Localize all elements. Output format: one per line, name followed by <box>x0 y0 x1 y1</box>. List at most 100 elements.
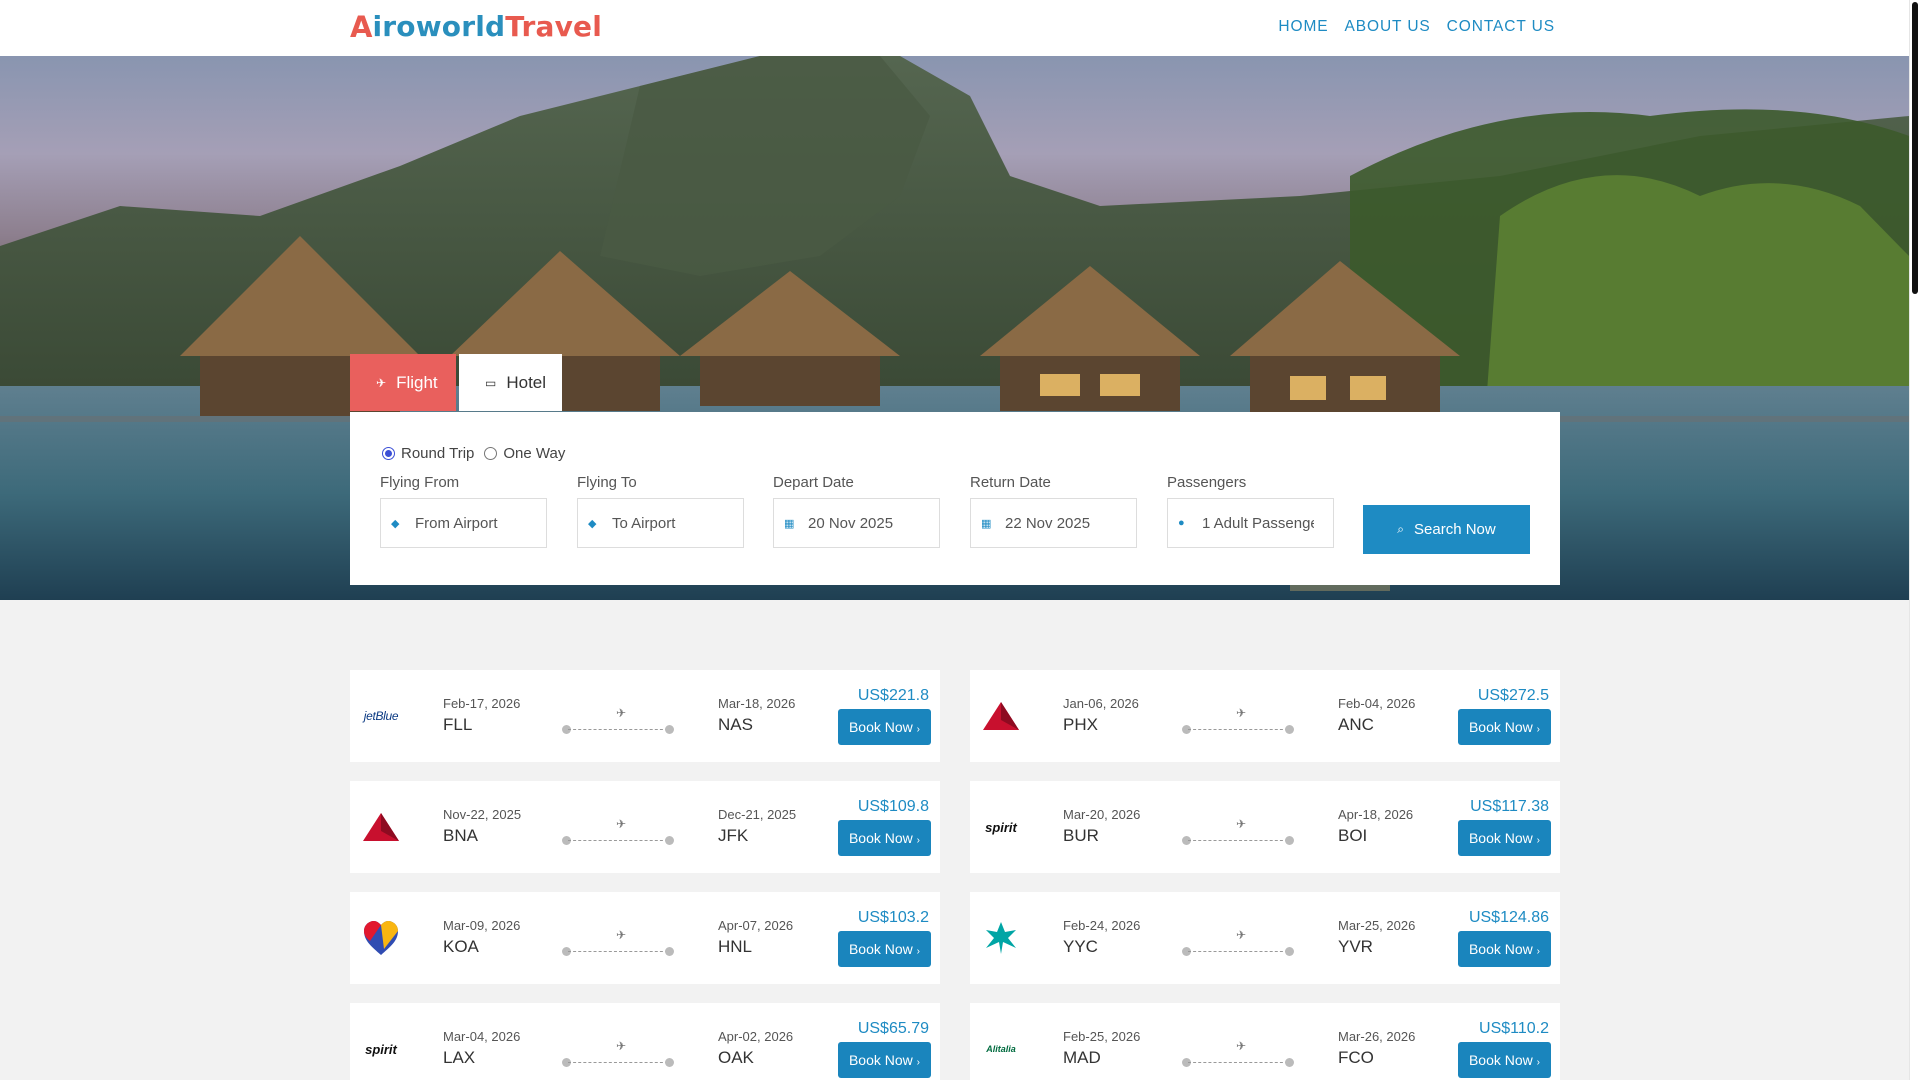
depart-date: Mar-04, 2026 <box>443 1029 521 1044</box>
plane-icon: ✈ <box>1236 706 1247 720</box>
hero-banner: ✈ Flight ▭ Hotel Round Trip One Way Flyi… <box>0 56 1909 600</box>
passengers-input[interactable] <box>1202 514 1314 532</box>
book-now-button[interactable]: Book Now › <box>838 709 931 745</box>
deal-price: US$272.5 <box>1477 687 1549 704</box>
calendar-icon: ▦ <box>784 517 795 530</box>
search-icon: ⌕ <box>1397 522 1405 536</box>
route-dashed-line <box>568 1062 668 1063</box>
book-now-label: Book Now <box>848 1052 913 1068</box>
site-logo[interactable]: Airoworld Travel <box>350 10 602 44</box>
one-way-radio[interactable] <box>484 447 498 460</box>
plane-icon: ✈ <box>616 1039 627 1053</box>
deal-price: US$103.2 <box>857 909 929 926</box>
route-line <box>1182 1058 1294 1068</box>
airline-logo: spirit <box>360 1029 402 1069</box>
depart-date: Feb-17, 2026 <box>443 696 521 711</box>
from-airport-input[interactable] <box>415 514 527 532</box>
nav-about-link[interactable]: ABOUT US <box>1345 18 1431 36</box>
round-trip-label[interactable]: Round Trip <box>401 445 474 462</box>
route-dashed-line <box>568 951 668 952</box>
route-end-dot <box>665 947 674 956</box>
tab-flight[interactable]: ✈ Flight <box>350 354 456 411</box>
book-now-button[interactable]: Book Now › <box>1458 931 1551 967</box>
origin-code: BNA <box>443 826 478 845</box>
book-now-button[interactable]: Book Now › <box>838 931 931 967</box>
route-end-dot <box>1285 947 1294 956</box>
origin-code: KOA <box>443 937 479 956</box>
tab-flight-label: Flight <box>396 372 438 392</box>
book-now-label: Book Now <box>848 719 913 735</box>
book-now-button[interactable]: Book Now › <box>838 820 931 856</box>
flying-from-box[interactable]: ◆ <box>380 498 547 548</box>
arrow-right-icon: › <box>916 835 921 846</box>
route-end-dot <box>665 836 674 845</box>
book-now-button[interactable]: Book Now › <box>838 1042 931 1078</box>
bed-icon: ▭ <box>485 375 497 390</box>
southwest-logo <box>364 921 398 955</box>
search-now-button[interactable]: ⌕ Search Now <box>1363 505 1530 554</box>
tab-hotel-label: Hotel <box>506 372 547 392</box>
return-date-box[interactable]: ▦ <box>970 498 1137 548</box>
plane-icon: ✈ <box>1236 928 1247 942</box>
depart-date: Mar-20, 2026 <box>1063 807 1141 822</box>
jetblue-logo: jetBlue <box>363 709 399 723</box>
return-date: Apr-07, 2026 <box>718 918 794 933</box>
route-end-dot <box>665 725 674 734</box>
arrow-right-icon: › <box>916 1057 921 1068</box>
arrow-right-icon: › <box>1536 946 1541 957</box>
book-now-button[interactable]: Book Now › <box>1458 1042 1551 1078</box>
depart-date: Feb-24, 2026 <box>1063 918 1141 933</box>
destination-code: NAS <box>718 715 753 734</box>
flying-to-label: Flying To <box>577 474 637 491</box>
spirit-logo: spirit <box>985 819 1017 835</box>
page-scrollbar[interactable] <box>1909 0 1920 1080</box>
route-line <box>562 1058 674 1068</box>
book-now-label: Book Now <box>848 830 913 846</box>
flying-from-label: Flying From <box>380 474 460 491</box>
return-date: Dec-21, 2025 <box>718 807 797 822</box>
flight-deal-card: spirit Mar-04, 2026 LAX ✈ Apr-02, 2026 OAK US$… <box>350 1003 940 1080</box>
logo-letter-a: A <box>350 10 373 44</box>
flying-to-box[interactable]: ◆ <box>577 498 744 548</box>
trip-type-selector: Round Trip One Way <box>382 445 575 462</box>
depart-date-box[interactable]: ▦ <box>773 498 940 548</box>
destination-code: ANC <box>1338 715 1374 734</box>
flying-to-field: Flying To ◆ <box>577 474 744 548</box>
tab-hotel[interactable]: ▭ Hotel <box>459 354 562 411</box>
user-icon: ● <box>1178 517 1185 529</box>
airline-logo: Alitalia <box>980 1029 1022 1069</box>
to-airport-input[interactable] <box>612 514 724 532</box>
return-date-input[interactable] <box>1005 514 1117 532</box>
airline-logo: spirit <box>980 807 1022 847</box>
route-dashed-line <box>568 840 668 841</box>
destination-code: FCO <box>1338 1048 1374 1067</box>
map-marker-icon: ◆ <box>391 517 400 530</box>
depart-date: Nov-22, 2025 <box>443 807 522 822</box>
nav-home-link[interactable]: HOME <box>1278 18 1328 36</box>
book-now-label: Book Now <box>1468 830 1533 846</box>
destination-code: OAK <box>718 1048 754 1067</box>
deal-price: US$109.8 <box>857 798 929 815</box>
spirit-logo: spirit <box>365 1041 397 1057</box>
book-now-button[interactable]: Book Now › <box>1458 820 1551 856</box>
map-marker-icon: ◆ <box>588 517 597 530</box>
round-trip-radio[interactable] <box>382 447 395 460</box>
book-now-label: Book Now <box>1468 941 1533 957</box>
calendar-icon: ▦ <box>981 517 992 530</box>
book-now-button[interactable]: Book Now › <box>1458 709 1551 745</box>
flight-deal-card: Nov-22, 2025 BNA ✈ Dec-21, 2025 JFK US$109.8 B… <box>350 781 940 873</box>
logo-word-airoworld: iroworld <box>372 10 506 43</box>
origin-code: FLL <box>443 715 473 734</box>
origin-code: PHX <box>1063 715 1098 734</box>
nav-contact-link[interactable]: CONTACT US <box>1447 18 1555 36</box>
depart-date-input[interactable] <box>808 514 920 532</box>
one-way-label[interactable]: One Way <box>503 445 565 462</box>
route-dashed-line <box>1188 1062 1288 1063</box>
route-dashed-line <box>568 729 668 730</box>
flying-from-field: Flying From ◆ <box>380 474 547 548</box>
destination-code: JFK <box>718 826 749 845</box>
scrollbar-thumb[interactable] <box>1912 2 1918 294</box>
passengers-label: Passengers <box>1167 474 1247 491</box>
destination-code: BOI <box>1338 826 1368 845</box>
passengers-box[interactable]: ● <box>1167 498 1334 548</box>
